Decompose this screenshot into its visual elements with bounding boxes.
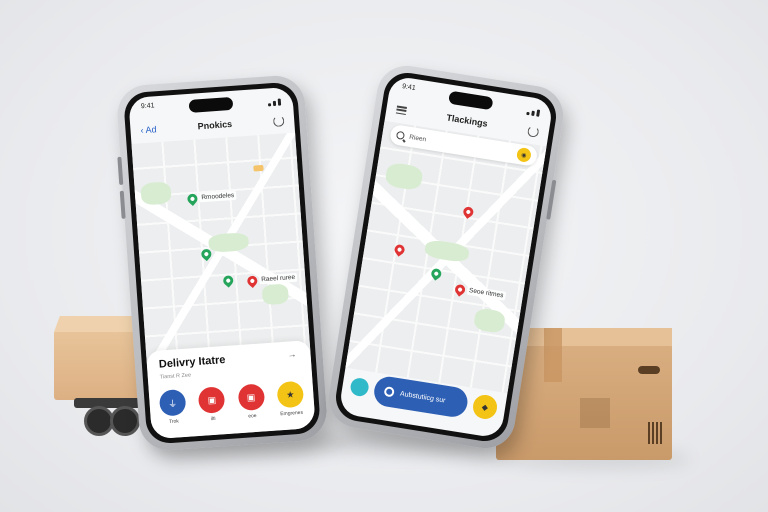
action-track[interactable]: ⏚ Trok	[158, 388, 187, 426]
map-pin-green[interactable]	[429, 266, 444, 281]
back-label: Ad	[145, 124, 157, 135]
power-button	[546, 179, 557, 220]
status-time: 9:41	[140, 102, 155, 111]
action-emergency[interactable]: ★ Emgrenes	[276, 380, 305, 418]
bottom-sheet: Delivry Itatre Tianst R Zee → ⏚ Trok ▣ i…	[145, 340, 316, 440]
park-area	[384, 161, 424, 192]
map-label: Raeel ruree	[258, 272, 298, 285]
action-row: ⏚ Trok ▣ ilti ▣ eoe ★ Emgrenes	[158, 380, 305, 426]
park-area	[473, 307, 507, 334]
volume-button	[119, 190, 126, 219]
map-label: Seoe ritmes	[466, 285, 506, 301]
park-area	[140, 181, 172, 206]
box-icon[interactable]: ◆	[471, 393, 499, 421]
action-label: Emgrenes	[280, 409, 304, 418]
park-area	[423, 238, 471, 264]
page-title: Pnokics	[197, 118, 233, 132]
map-pin-red[interactable]	[245, 273, 260, 288]
map-marker	[253, 164, 264, 172]
box-handle-hole	[638, 366, 660, 374]
sheet-title: Delivry Itatre	[158, 354, 226, 371]
box-tape	[544, 328, 562, 382]
action-label: eoe	[248, 412, 257, 420]
box-icon: ▣	[197, 386, 226, 414]
arrow-right-icon[interactable]: →	[287, 349, 297, 360]
box-label	[580, 398, 610, 428]
sheet-subtitle: Tianst R Zee	[159, 372, 192, 381]
signal-icon	[526, 103, 541, 117]
refresh-icon[interactable]	[526, 124, 540, 138]
phone-left: 9:41 ‹ Ad Pnokics Rmoodeles Raeel ruree …	[115, 73, 329, 453]
location-icon[interactable]	[349, 376, 370, 398]
page-title: Tlackings	[445, 112, 489, 129]
status-time: 9:41	[401, 83, 417, 93]
map-view[interactable]: Rmoodeles Raeel ruree	[131, 132, 311, 364]
star-icon: ★	[276, 380, 305, 409]
map-label: Rmoodeles	[199, 190, 237, 203]
signal-icon	[267, 94, 282, 107]
search-icon	[395, 130, 406, 140]
map-pin-red[interactable]	[461, 204, 476, 219]
barcode-icon	[648, 422, 664, 444]
map-pin-green[interactable]	[221, 273, 236, 288]
pin-icon: ⏚	[158, 388, 187, 417]
map-pin-red[interactable]	[453, 282, 468, 297]
cart-wheel	[110, 406, 140, 436]
target-icon	[383, 386, 395, 398]
volume-button	[117, 156, 124, 185]
menu-icon[interactable]	[395, 105, 407, 115]
search-placeholder: Rieen	[408, 133, 427, 143]
phone-left-screen: 9:41 ‹ Ad Pnokics Rmoodeles Raeel ruree …	[128, 86, 316, 440]
hand-cart	[74, 398, 144, 408]
action-two[interactable]: ▣ ilti	[197, 386, 226, 423]
filter-icon[interactable]: ◉	[515, 146, 532, 163]
back-button[interactable]: ‹ Ad	[140, 124, 157, 135]
action-label: ilti	[210, 415, 216, 423]
action-three[interactable]: ▣ eoe	[237, 383, 265, 420]
map-pin-red[interactable]	[392, 242, 407, 257]
map-pin-green[interactable]	[185, 191, 200, 206]
action-label: Trok	[168, 418, 180, 426]
refresh-icon[interactable]	[272, 114, 285, 127]
park-area	[208, 232, 250, 253]
track-label: Aubstutiicg sur	[399, 390, 446, 405]
box-icon: ▣	[237, 383, 265, 412]
park-area	[261, 283, 289, 306]
